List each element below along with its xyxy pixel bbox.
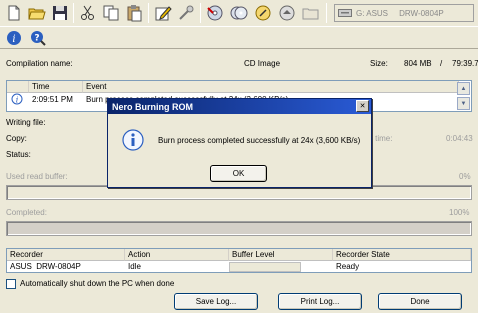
info-icon[interactable]: i bbox=[3, 27, 25, 49]
size-separator: / bbox=[440, 59, 443, 68]
recorder-col-recorder[interactable]: Recorder bbox=[7, 249, 125, 261]
recorder-row-action: Idle bbox=[128, 262, 141, 271]
toolbar-separator bbox=[73, 3, 74, 23]
read-buffer-percent: 0% bbox=[459, 172, 471, 181]
done-button[interactable]: Done bbox=[378, 293, 462, 310]
burn-disc-icon[interactable] bbox=[204, 2, 226, 24]
recorder-col-action[interactable]: Action bbox=[125, 249, 229, 261]
toolbar-separator bbox=[148, 3, 149, 23]
info-icon: i bbox=[11, 93, 23, 105]
shutdown-checkbox[interactable] bbox=[6, 279, 16, 289]
completed-progress bbox=[6, 221, 472, 236]
size-value: 804 MB bbox=[404, 59, 432, 68]
save-log-button[interactable]: Save Log... bbox=[174, 293, 258, 310]
info-disc-icon[interactable] bbox=[252, 2, 274, 24]
ok-button[interactable]: OK bbox=[210, 165, 267, 182]
log-col-icon bbox=[7, 81, 29, 93]
drive-select[interactable]: G: ASUS DRW-0804P bbox=[334, 4, 474, 22]
recorder-buffer-level bbox=[229, 262, 301, 272]
drive-icon bbox=[338, 8, 352, 18]
completed-fill bbox=[8, 223, 470, 234]
scroll-up-button[interactable]: ▲ bbox=[457, 82, 470, 95]
log-col-event[interactable]: Event bbox=[83, 81, 459, 93]
svg-text:i: i bbox=[16, 96, 19, 105]
compilation-name-label: Compilation name: bbox=[6, 59, 73, 68]
svg-text:?: ? bbox=[34, 34, 39, 44]
secondary-toolbar: i ? bbox=[0, 27, 478, 49]
dialog-close-button[interactable]: ✕ bbox=[356, 100, 369, 112]
log-col-time[interactable]: Time bbox=[29, 81, 83, 93]
compilation-type: CD Image bbox=[244, 59, 281, 68]
folder-icon[interactable] bbox=[300, 2, 322, 24]
copy-disc-icon[interactable] bbox=[228, 2, 250, 24]
status-label: Status: bbox=[6, 150, 31, 159]
total-time-value: 0:04:43 bbox=[446, 134, 473, 143]
dialog-title: Nero Burning ROM bbox=[112, 101, 193, 112]
help-icon[interactable]: ? bbox=[27, 27, 49, 49]
edit-icon[interactable] bbox=[152, 2, 174, 24]
dialog-titlebar[interactable]: Nero Burning ROM ✕ bbox=[108, 99, 371, 114]
completed-percent: 100% bbox=[449, 208, 470, 217]
scroll-down-button[interactable]: ▼ bbox=[457, 97, 470, 110]
read-buffer-label: Used read buffer: bbox=[6, 172, 68, 181]
drive-label: G: ASUS DRW-0804P bbox=[356, 8, 444, 18]
recorder-col-buffer[interactable]: Buffer Level bbox=[229, 249, 333, 261]
eject-icon[interactable] bbox=[276, 2, 298, 24]
writing-file-label: Writing file: bbox=[6, 118, 46, 127]
size-label: Size: bbox=[370, 59, 388, 68]
recorder-row-name[interactable]: ASUS DRW-0804P bbox=[7, 261, 125, 272]
shutdown-label[interactable]: Automatically shut down the PC when done bbox=[20, 279, 174, 288]
toolbar-separator bbox=[200, 3, 201, 23]
information-icon bbox=[122, 129, 144, 151]
print-log-button[interactable]: Print Log... bbox=[278, 293, 362, 310]
burn-wizard-icon[interactable] bbox=[175, 2, 197, 24]
log-row-time: 2:09:51 PM bbox=[32, 95, 73, 104]
recorder-table[interactable]: Recorder Action Buffer Level Recorder St… bbox=[6, 248, 472, 273]
copy-icon[interactable] bbox=[100, 2, 122, 24]
main-toolbar: G: ASUS DRW-0804P bbox=[0, 0, 478, 27]
svg-text:i: i bbox=[12, 34, 15, 45]
message-dialog: Nero Burning ROM ✕ Burn process complete… bbox=[107, 98, 372, 188]
paste-icon[interactable] bbox=[123, 2, 145, 24]
open-icon[interactable] bbox=[26, 2, 48, 24]
save-icon[interactable] bbox=[49, 2, 71, 24]
toolbar-separator bbox=[326, 3, 327, 23]
cut-icon[interactable] bbox=[77, 2, 99, 24]
dialog-message: Burn process completed successfully at 2… bbox=[158, 136, 361, 145]
completed-label: Completed: bbox=[6, 208, 47, 217]
size-time: 79:39.7 bbox=[452, 59, 478, 68]
copy-label: Copy: bbox=[6, 134, 27, 143]
recorder-row-state: Ready bbox=[336, 262, 360, 271]
recorder-col-state[interactable]: Recorder State bbox=[333, 249, 471, 261]
new-icon[interactable] bbox=[3, 2, 25, 24]
